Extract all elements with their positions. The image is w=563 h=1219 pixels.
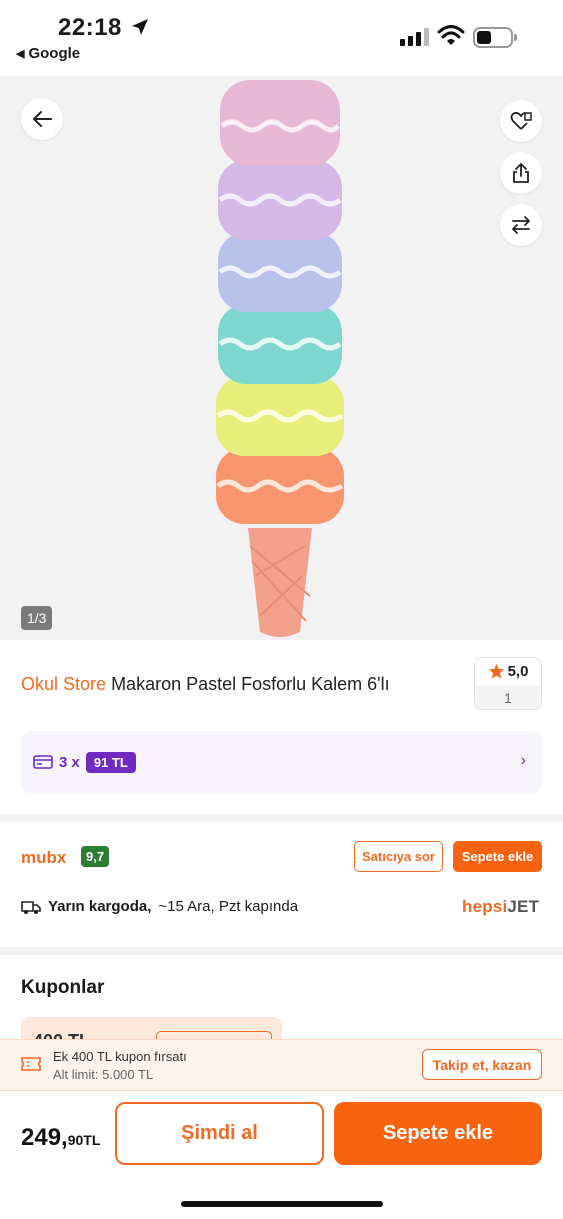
back-button[interactable] [21, 98, 63, 140]
coupon-banner-title: Ek 400 TL kupon fırsatı [53, 1049, 187, 1064]
compare-button[interactable] [500, 204, 542, 246]
back-triangle-icon: ◀ [16, 48, 25, 60]
share-icon [513, 163, 529, 183]
clock: 22:18 [58, 14, 122, 41]
wifi-icon [437, 25, 465, 45]
shipping-info: Yarın kargoda, ~15 Ara, Pzt kapında [21, 898, 298, 915]
gallery-page-indicator: 1/3 [21, 606, 53, 630]
credit-card-icon [33, 755, 53, 769]
back-app-label: Google [28, 45, 81, 62]
shipping-date: ~15 Ara, Pzt kapında [158, 898, 299, 915]
delivery-truck-icon [21, 900, 41, 914]
coupons-heading: Kuponlar [21, 977, 105, 998]
section-divider [0, 947, 563, 955]
rating-summary: 5,0 [475, 658, 541, 685]
price-decimal: 90TL [67, 1132, 101, 1148]
share-button[interactable] [500, 152, 542, 194]
star-icon [488, 663, 504, 679]
installment-banner[interactable]: 3 x 91 TL › [21, 731, 542, 793]
location-arrow-icon [132, 19, 148, 35]
coupon-opportunity-banner: Ek 400 TL kupon fırsatı Alt limit: 5.000… [0, 1039, 563, 1091]
rating-value: 5,0 [507, 663, 529, 680]
chevron-right-icon: › [520, 752, 526, 769]
price: 249,90TL [21, 1124, 100, 1152]
price-integer: 249, [21, 1124, 68, 1151]
heart-list-icon [510, 111, 532, 130]
product-title-row: Okul Store Makaron Pastel Fosforlu Kalem… [0, 657, 563, 717]
follow-and-win-button[interactable]: Takip et, kazan [422, 1049, 542, 1080]
macaron-blue [218, 232, 342, 312]
seller-score-badge: 9,7 [81, 846, 110, 867]
hepsijet-logo: hepsiJET [462, 897, 540, 916]
back-to-app-link[interactable]: ◀ Google [16, 45, 80, 62]
product-image [216, 80, 344, 637]
macaron-lavender [218, 160, 342, 240]
add-to-cart-button[interactable]: Sepete ekle [334, 1102, 542, 1165]
status-bar: 22:18 ◀ Google [0, 0, 563, 76]
product-name: Makaron Pastel Fosforlu Kalem 6'lı [111, 674, 390, 694]
ask-seller-button[interactable]: Satıcıya sor [354, 841, 443, 872]
store-link[interactable]: Okul Store [21, 674, 106, 694]
seller-add-to-cart-button[interactable]: Sepete ekle [453, 841, 542, 872]
rating-box[interactable]: 5,0 1 [474, 657, 542, 710]
macaron-pink [220, 80, 340, 166]
seller-name[interactable]: mubx [21, 848, 66, 868]
macaron-teal [218, 304, 342, 384]
ticket-icon [21, 1057, 41, 1071]
swap-arrows-icon [512, 216, 530, 234]
shipping-eta: Yarın kargoda, [48, 898, 152, 915]
favorite-button[interactable] [500, 100, 542, 142]
home-indicator[interactable] [181, 1201, 383, 1207]
macaron-orange [216, 448, 344, 524]
cellular-signal-icon [400, 28, 429, 46]
review-count: 1 [475, 685, 541, 709]
installment-amount: 91 TL [85, 751, 136, 773]
arrow-left-icon [33, 111, 52, 127]
installment-prefix: 3 x [59, 753, 80, 771]
macaron-yellow [216, 376, 344, 456]
battery-icon [473, 27, 517, 48]
buy-now-button[interactable]: Şimdi al [115, 1102, 324, 1165]
coupon-banner-subtitle: Alt limit: 5.000 TL [53, 1067, 154, 1082]
product-title: Okul Store Makaron Pastel Fosforlu Kalem… [21, 674, 390, 695]
product-gallery[interactable]: 1/3 [0, 76, 563, 640]
section-divider [0, 814, 563, 822]
